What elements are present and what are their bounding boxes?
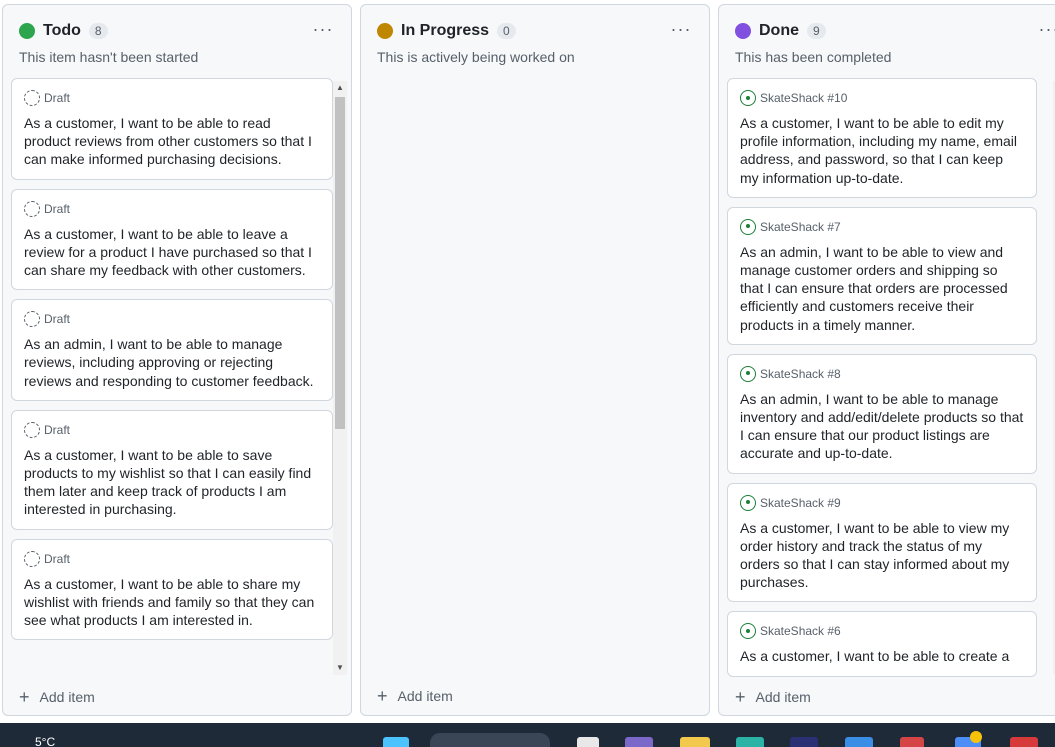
- folder-icon[interactable]: [680, 737, 710, 747]
- status-dot-icon: [735, 23, 751, 39]
- card-item[interactable]: SkateShack #7 As an admin, I want to be …: [727, 206, 1037, 345]
- card-title: As an admin, I want to be able to manage…: [24, 336, 314, 389]
- scrollbar[interactable]: ▲ ▼: [333, 81, 347, 675]
- column-title: Todo: [43, 22, 81, 39]
- card-item[interactable]: Draft As an admin, I want to be able to …: [11, 299, 333, 401]
- card-meta-label: Draft: [44, 91, 71, 105]
- card-item[interactable]: SkateShack #8 As an admin, I want to be …: [727, 353, 1037, 474]
- add-item-label: Add item: [755, 689, 811, 705]
- draft-icon: [24, 311, 40, 328]
- card-item[interactable]: Draft As a customer, I want to be able t…: [11, 78, 333, 180]
- scroll-down-arrow-icon[interactable]: ▼: [333, 661, 347, 675]
- teams-icon[interactable]: [625, 737, 653, 747]
- issue-open-icon: [740, 365, 756, 382]
- card-title: As a customer, I want to be able to edit…: [740, 115, 1018, 186]
- status-dot-icon: [377, 23, 393, 39]
- card-item[interactable]: Draft As a customer, I want to be able t…: [11, 188, 333, 291]
- card-meta-label: Draft: [44, 201, 71, 216]
- issue-open-icon: [740, 90, 756, 106]
- card-item[interactable]: SkateShack #10 As a customer, I want to …: [727, 78, 1037, 198]
- card-item[interactable]: SkateShack #9 As a customer, I want to b…: [727, 482, 1037, 603]
- card-list: Draft As a customer, I want to be able t…: [11, 78, 333, 677]
- card-item[interactable]: SkateShack #6 As a customer, I want to b…: [727, 611, 1037, 677]
- card-item[interactable]: Draft As a customer, I want to be able t…: [11, 538, 333, 641]
- column-header: Done 9: [735, 21, 826, 41]
- card-title: As a customer, I want to be able to read…: [24, 115, 312, 168]
- add-item-label: Add item: [397, 688, 453, 704]
- card-title: As a customer, I want to be able to crea…: [740, 648, 1010, 665]
- notification-badge-icon: [970, 731, 982, 743]
- column-header: Todo 8: [19, 21, 108, 41]
- card-meta-label: Draft: [44, 422, 71, 437]
- scroll-up-arrow-icon[interactable]: ▲: [333, 81, 347, 95]
- card-meta-label: SkateShack #10: [760, 91, 848, 105]
- column-todo: Todo 8 ··· This item hasn't been started…: [2, 4, 352, 716]
- file-icon[interactable]: [577, 737, 599, 747]
- card-item[interactable]: Draft As a customer, I want to be able t…: [11, 409, 333, 530]
- column-done: Done 9 ··· This has been completed Skate…: [718, 4, 1055, 716]
- issue-open-icon: [740, 623, 756, 640]
- card-meta-label: SkateShack #6: [760, 624, 841, 639]
- column-title: Done: [759, 22, 799, 39]
- draft-icon: [24, 550, 40, 567]
- plus-icon: +: [377, 686, 388, 706]
- add-item-button[interactable]: + Add item: [735, 687, 811, 707]
- column-description: This item hasn't been started: [19, 49, 199, 65]
- status-dot-icon: [19, 23, 35, 39]
- scroll-thumb[interactable]: [335, 97, 345, 429]
- column-count-badge: 8: [88, 23, 108, 39]
- card-title: As a customer, I want to be able to view…: [740, 519, 1010, 591]
- column-menu-button[interactable]: ···: [1037, 17, 1055, 41]
- edge-icon[interactable]: [736, 737, 764, 747]
- plus-icon: +: [19, 687, 30, 707]
- card-title: As a customer, I want to be able to shar…: [24, 575, 315, 629]
- mail-icon[interactable]: [1010, 737, 1038, 747]
- card-title: As an admin, I want to be able to manage…: [740, 390, 1024, 462]
- column-description: This has been completed: [735, 49, 892, 65]
- app-red-icon[interactable]: [900, 737, 924, 747]
- card-meta-label: SkateShack #8: [760, 366, 841, 381]
- start-icon[interactable]: [383, 737, 409, 747]
- issue-open-icon: [740, 218, 756, 235]
- card-title: As an admin, I want to be able to view a…: [740, 243, 1008, 333]
- taskbar: 5°C: [0, 723, 1055, 747]
- card-title: As a customer, I want to be able to save…: [24, 446, 312, 518]
- column-header: In Progress 0: [377, 21, 516, 41]
- card-meta-label: Draft: [44, 312, 71, 327]
- issue-open-icon: [740, 494, 756, 511]
- app-icon[interactable]: [790, 737, 818, 747]
- card-title: As a customer, I want to be able to leav…: [24, 225, 312, 279]
- store-icon[interactable]: [845, 737, 873, 747]
- project-board: Todo 8 ··· This item hasn't been started…: [0, 0, 1055, 723]
- column-menu-button[interactable]: ···: [669, 17, 693, 41]
- card-meta-label: SkateShack #7: [760, 219, 841, 234]
- column-menu-button[interactable]: ···: [311, 17, 335, 41]
- draft-icon: [24, 421, 40, 438]
- column-count-badge: 0: [497, 23, 516, 39]
- card-meta-label: Draft: [44, 551, 71, 566]
- column-in-progress: In Progress 0 ··· This is actively being…: [360, 4, 710, 716]
- plus-icon: +: [735, 687, 746, 707]
- add-item-label: Add item: [39, 689, 95, 705]
- weather-widget[interactable]: 5°C: [35, 735, 55, 747]
- draft-icon: [24, 200, 40, 217]
- column-description: This is actively being worked on: [377, 49, 575, 65]
- column-count-badge: 9: [807, 23, 826, 39]
- column-title: In Progress: [401, 22, 490, 39]
- add-item-button[interactable]: + Add item: [19, 687, 95, 707]
- card-meta-label: SkateShack #9: [760, 495, 841, 510]
- draft-icon: [24, 90, 40, 106]
- search-bar[interactable]: [430, 733, 550, 747]
- card-list: SkateShack #10 As a customer, I want to …: [727, 78, 1037, 677]
- add-item-button[interactable]: + Add item: [377, 686, 453, 706]
